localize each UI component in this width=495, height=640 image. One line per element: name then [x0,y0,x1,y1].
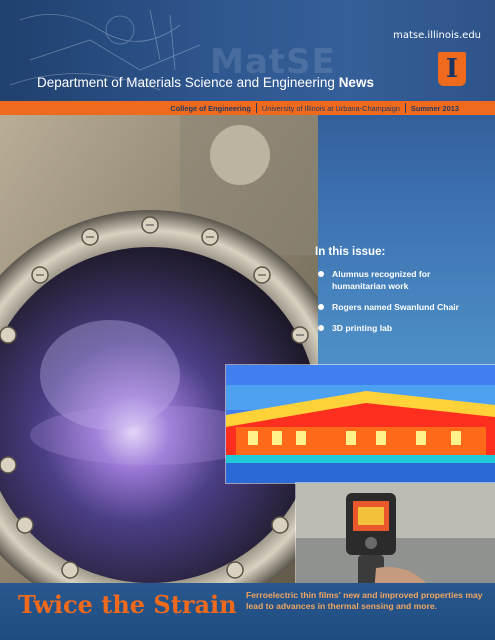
vacuum-chamber-photo [0,115,318,600]
logo-letter: I [445,54,459,84]
university-logo: I [438,52,466,86]
issue-item[interactable]: Alumnus recognized for humanitarian work [315,268,485,292]
in-this-issue-heading: In this issue: [315,246,386,258]
in-this-issue-list: Alumnus recognized for humanitarian work… [315,268,485,334]
feature-dek: Ferroelectric thin films' new and improv… [246,590,483,611]
newsletter-title: Department of Materials Science and Engi… [37,75,374,90]
issue-item[interactable]: Rogers named Swanlund Chair [315,301,485,313]
issue-item[interactable]: 3D printing lab [315,322,485,334]
in-this-issue-box: In this issue: Alumnus recognized for hu… [315,246,485,343]
ribbon-text: College of Engineering University of Ill… [170,101,459,115]
title-prefix: Department of Materials Science and Engi… [37,75,335,90]
title-suffix: News [338,75,374,90]
feature-headline[interactable]: Twice the Strain [18,590,237,619]
thermal-camera-photo [296,483,495,593]
ribbon-divider [404,103,406,113]
ribbon-college: College of Engineering [170,103,251,113]
ribbon-university: University of Illinois at Urbana-Champai… [261,103,400,113]
magazine-cover: MatSE matse.illinois.edu Department of M… [0,0,495,640]
ribbon-divider [255,103,257,113]
thermal-building-photo [226,365,495,483]
site-url[interactable]: matse.illinois.edu [393,30,481,41]
ribbon-issue-date: Summer 2013 [410,103,459,113]
